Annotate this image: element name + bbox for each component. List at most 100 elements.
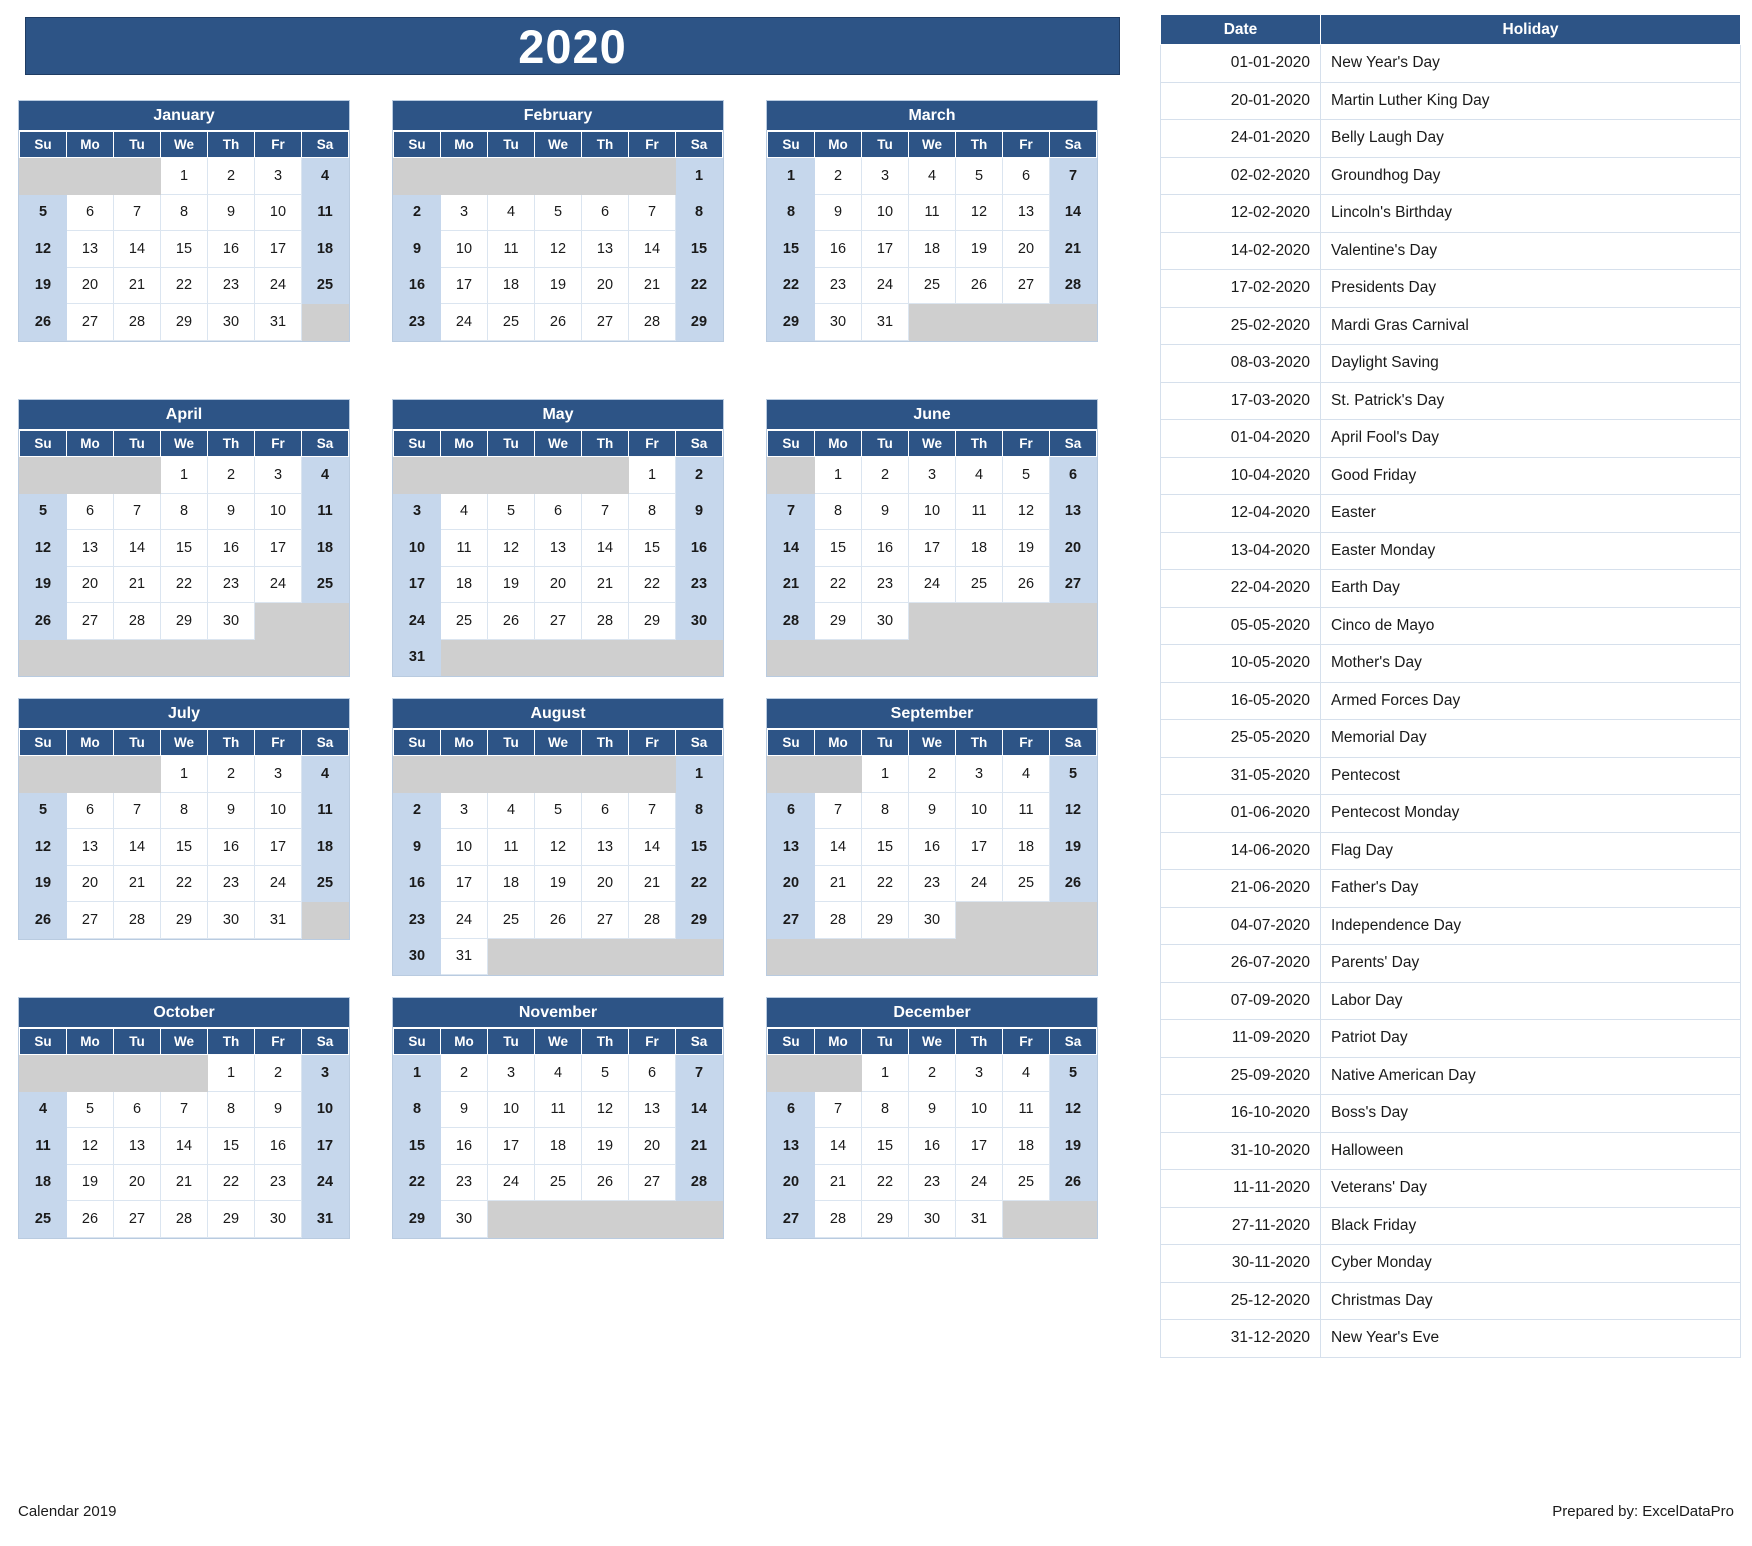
day-cell[interactable]: 5: [581, 1054, 629, 1092]
day-cell-weekend[interactable]: 19: [19, 565, 67, 603]
day-cell-weekend[interactable]: 13: [767, 1127, 815, 1165]
day-cell[interactable]: 10: [254, 193, 302, 231]
day-cell[interactable]: 7: [113, 193, 161, 231]
day-cell[interactable]: 10: [440, 230, 488, 268]
day-cell[interactable]: 20: [581, 266, 629, 304]
day-cell[interactable]: 14: [628, 828, 676, 866]
day-cell[interactable]: 19: [581, 1127, 629, 1165]
day-cell-weekend[interactable]: 19: [1049, 828, 1097, 866]
day-cell-weekend[interactable]: 15: [675, 230, 723, 268]
day-cell[interactable]: 15: [628, 529, 676, 567]
day-cell[interactable]: 4: [534, 1054, 582, 1092]
day-cell[interactable]: 10: [254, 791, 302, 829]
day-cell-weekend[interactable]: 1: [767, 157, 815, 195]
day-cell[interactable]: 4: [1002, 1054, 1050, 1092]
day-cell[interactable]: 2: [254, 1054, 302, 1092]
day-cell[interactable]: 7: [628, 193, 676, 231]
day-cell[interactable]: 19: [487, 565, 535, 603]
day-cell[interactable]: 2: [207, 456, 255, 494]
day-cell[interactable]: 29: [814, 602, 862, 640]
day-cell-weekend[interactable]: 5: [1049, 1054, 1097, 1092]
day-cell[interactable]: 25: [440, 602, 488, 640]
day-cell-weekend[interactable]: 12: [19, 828, 67, 866]
day-cell[interactable]: 8: [861, 791, 909, 829]
day-cell-weekend[interactable]: 23: [675, 565, 723, 603]
day-cell[interactable]: 5: [955, 157, 1003, 195]
day-cell[interactable]: 30: [207, 602, 255, 640]
day-cell[interactable]: 24: [254, 266, 302, 304]
day-cell[interactable]: 8: [207, 1090, 255, 1128]
day-cell[interactable]: 27: [628, 1163, 676, 1201]
day-cell[interactable]: 24: [487, 1163, 535, 1201]
day-cell[interactable]: 11: [440, 529, 488, 567]
day-cell-weekend[interactable]: 26: [19, 303, 67, 341]
day-cell[interactable]: 10: [254, 492, 302, 530]
day-cell[interactable]: 26: [487, 602, 535, 640]
day-cell[interactable]: 30: [861, 602, 909, 640]
day-cell[interactable]: 1: [160, 755, 208, 793]
day-cell[interactable]: 7: [814, 1090, 862, 1128]
day-cell[interactable]: 5: [66, 1090, 114, 1128]
day-cell-weekend[interactable]: 18: [301, 529, 349, 567]
day-cell[interactable]: 29: [160, 602, 208, 640]
day-cell[interactable]: 12: [581, 1090, 629, 1128]
day-cell[interactable]: 11: [908, 193, 956, 231]
day-cell-weekend[interactable]: 16: [393, 864, 441, 902]
day-cell[interactable]: 16: [440, 1127, 488, 1165]
day-cell[interactable]: 9: [254, 1090, 302, 1128]
day-cell[interactable]: 24: [440, 901, 488, 939]
day-cell[interactable]: 13: [66, 828, 114, 866]
day-cell[interactable]: 9: [908, 1090, 956, 1128]
day-cell[interactable]: 21: [628, 864, 676, 902]
day-cell[interactable]: 23: [207, 266, 255, 304]
day-cell[interactable]: 22: [160, 864, 208, 902]
day-cell-weekend[interactable]: 7: [1049, 157, 1097, 195]
day-cell[interactable]: 28: [628, 303, 676, 341]
day-cell-weekend[interactable]: 1: [393, 1054, 441, 1092]
day-cell[interactable]: 30: [207, 303, 255, 341]
day-cell[interactable]: 3: [955, 1054, 1003, 1092]
day-cell-weekend[interactable]: 31: [393, 638, 441, 676]
day-cell[interactable]: 20: [628, 1127, 676, 1165]
day-cell-weekend[interactable]: 2: [393, 791, 441, 829]
day-cell[interactable]: 20: [66, 565, 114, 603]
day-cell-weekend[interactable]: 13: [767, 828, 815, 866]
day-cell[interactable]: 3: [908, 456, 956, 494]
day-cell[interactable]: 10: [908, 492, 956, 530]
day-cell-weekend[interactable]: 20: [767, 864, 815, 902]
day-cell[interactable]: 8: [628, 492, 676, 530]
day-cell[interactable]: 28: [628, 901, 676, 939]
day-cell[interactable]: 2: [908, 755, 956, 793]
day-cell[interactable]: 23: [207, 864, 255, 902]
day-cell[interactable]: 3: [861, 157, 909, 195]
day-cell[interactable]: 27: [1002, 266, 1050, 304]
day-cell[interactable]: 16: [207, 529, 255, 567]
day-cell[interactable]: 15: [160, 529, 208, 567]
day-cell[interactable]: 14: [628, 230, 676, 268]
day-cell-weekend[interactable]: 4: [301, 755, 349, 793]
day-cell[interactable]: 3: [254, 456, 302, 494]
day-cell[interactable]: 21: [814, 1163, 862, 1201]
day-cell[interactable]: 7: [581, 492, 629, 530]
day-cell[interactable]: 10: [487, 1090, 535, 1128]
day-cell[interactable]: 19: [1002, 529, 1050, 567]
day-cell-weekend[interactable]: 29: [767, 303, 815, 341]
day-cell[interactable]: 30: [440, 1200, 488, 1238]
day-cell[interactable]: 25: [487, 901, 535, 939]
day-cell[interactable]: 7: [160, 1090, 208, 1128]
day-cell[interactable]: 29: [861, 1200, 909, 1238]
day-cell[interactable]: 2: [207, 157, 255, 195]
day-cell[interactable]: 18: [440, 565, 488, 603]
day-cell[interactable]: 15: [814, 529, 862, 567]
day-cell[interactable]: 1: [207, 1054, 255, 1092]
day-cell[interactable]: 1: [861, 1054, 909, 1092]
day-cell[interactable]: 31: [254, 901, 302, 939]
day-cell[interactable]: 3: [254, 157, 302, 195]
day-cell-weekend[interactable]: 7: [767, 492, 815, 530]
day-cell-weekend[interactable]: 29: [675, 303, 723, 341]
day-cell-weekend[interactable]: 22: [767, 266, 815, 304]
day-cell-weekend[interactable]: 13: [1049, 492, 1097, 530]
day-cell[interactable]: 5: [534, 791, 582, 829]
day-cell[interactable]: 15: [861, 1127, 909, 1165]
day-cell[interactable]: 17: [254, 230, 302, 268]
